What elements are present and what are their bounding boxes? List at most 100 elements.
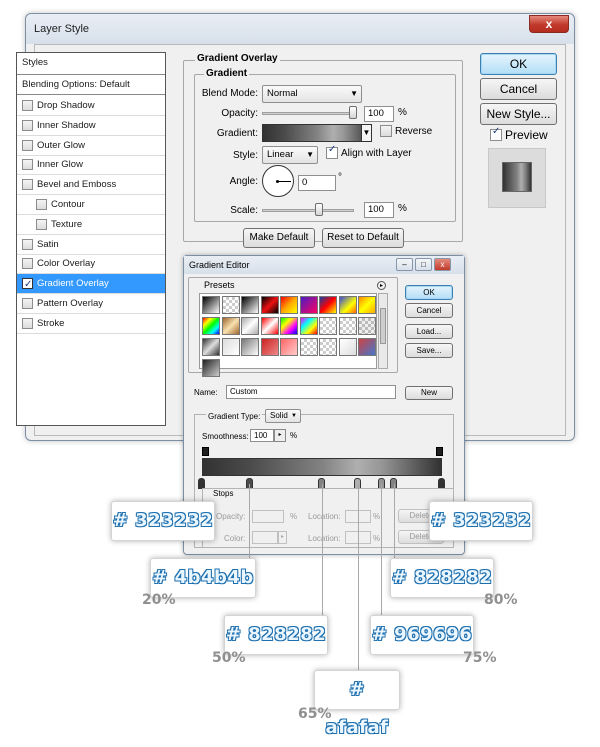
styles-header[interactable]: Styles — [17, 53, 165, 75]
preset-swatch[interactable] — [299, 338, 318, 356]
preset-swatch[interactable] — [202, 338, 220, 356]
scale-input[interactable]: 100 — [364, 202, 394, 218]
preset-swatch[interactable] — [202, 359, 220, 377]
style-checkbox[interactable] — [22, 179, 33, 191]
opacity-stop-right[interactable] — [436, 447, 443, 456]
presets-scrollbar[interactable] — [378, 293, 388, 369]
chevron-down-icon: ▼ — [350, 89, 358, 98]
preset-swatch[interactable] — [319, 317, 337, 335]
style-checkbox[interactable] — [22, 139, 33, 151]
color-menu-icon[interactable]: ▸ — [278, 531, 287, 544]
style-item-bevel-and-emboss[interactable]: Bevel and Emboss — [17, 175, 165, 196]
reset-to-default-button[interactable]: Reset to Default — [322, 228, 404, 248]
cancel-button[interactable]: Cancel — [405, 303, 453, 318]
style-checkbox[interactable] — [22, 119, 33, 131]
preset-swatch[interactable] — [221, 296, 240, 314]
angle-input[interactable]: 0 — [298, 175, 336, 191]
minimize-button[interactable]: – — [396, 258, 413, 271]
style-item-inner-glow[interactable]: Inner Glow — [17, 155, 165, 176]
preset-swatch[interactable] — [221, 338, 240, 356]
scrollbar-thumb[interactable] — [380, 308, 386, 344]
style-checkbox[interactable] — [22, 317, 33, 329]
style-item-drop-shadow[interactable]: Drop Shadow — [17, 96, 165, 116]
preset-swatch[interactable] — [319, 338, 337, 356]
preset-swatch[interactable] — [241, 296, 259, 314]
style-checkbox[interactable] — [22, 159, 33, 171]
cancel-button[interactable]: Cancel — [480, 78, 557, 100]
load-button[interactable]: Load... — [405, 324, 453, 339]
opacity-input[interactable]: 100 — [364, 106, 394, 122]
gradient-bar[interactable] — [202, 458, 442, 476]
preset-swatch[interactable] — [358, 317, 376, 335]
name-input[interactable]: Custom — [226, 385, 396, 399]
opacity-slider-track[interactable] — [262, 112, 354, 115]
opacity-stop-left[interactable] — [202, 447, 209, 456]
percent-sign: % — [290, 431, 298, 440]
preset-swatch[interactable] — [241, 317, 259, 335]
preset-swatch[interactable] — [319, 296, 337, 314]
ok-button[interactable]: OK — [405, 285, 453, 300]
blending-options[interactable]: Blending Options: Default — [17, 75, 165, 95]
ok-button[interactable]: OK — [480, 53, 557, 75]
maximize-button[interactable]: □ — [415, 258, 432, 271]
style-dropdown[interactable]: Linear ▼ — [262, 146, 318, 164]
preview-checkbox[interactable]: ✓ — [490, 126, 502, 141]
presets-menu-icon[interactable]: ▸ — [377, 281, 386, 290]
style-item-satin[interactable]: Satin — [17, 235, 165, 255]
style-item-outer-glow[interactable]: Outer Glow — [17, 136, 165, 156]
blend-mode-dropdown[interactable]: Normal ▼ — [262, 85, 362, 103]
style-item-contour[interactable]: Contour — [17, 195, 165, 215]
align-checkbox[interactable]: ✓ — [326, 144, 338, 159]
preset-swatch[interactable] — [338, 338, 357, 356]
new-style-button[interactable]: New Style... — [480, 103, 557, 125]
style-item-texture[interactable]: Texture — [17, 215, 165, 235]
preset-swatch[interactable] — [280, 317, 298, 335]
preset-swatch[interactable] — [202, 296, 220, 314]
style-checkbox[interactable] — [36, 218, 47, 230]
preset-swatch[interactable] — [202, 317, 220, 335]
save-button[interactable]: Save... — [405, 343, 453, 358]
style-checkbox[interactable] — [22, 258, 33, 270]
preset-swatch[interactable] — [260, 296, 279, 314]
preset-swatch[interactable] — [280, 338, 298, 356]
style-checkbox[interactable] — [22, 298, 33, 309]
preset-swatch[interactable] — [358, 338, 376, 356]
angle-needle — [277, 181, 291, 182]
checkmark-icon: ✓ — [24, 279, 33, 291]
preset-swatch[interactable] — [241, 338, 259, 356]
make-default-button[interactable]: Make Default — [243, 228, 315, 248]
preset-swatch[interactable] — [221, 317, 240, 335]
close-button[interactable]: x — [529, 15, 569, 33]
new-button[interactable]: New — [405, 386, 453, 400]
preset-swatch[interactable] — [338, 317, 357, 335]
style-checkbox[interactable] — [22, 238, 33, 250]
angle-dial[interactable] — [262, 165, 294, 197]
style-checkbox[interactable]: ✓ — [22, 278, 33, 290]
preset-swatch[interactable] — [260, 317, 279, 335]
scale-slider-track[interactable] — [262, 209, 354, 212]
style-item-stroke[interactable]: Stroke — [17, 314, 165, 334]
opacity-slider-thumb[interactable] — [349, 106, 357, 119]
style-item-inner-shadow[interactable]: Inner Shadow — [17, 116, 165, 136]
chevron-down-icon[interactable]: ▼ — [361, 124, 372, 142]
gradient-type-dropdown[interactable]: Solid ▼ — [265, 409, 301, 423]
style-checkbox[interactable] — [22, 100, 33, 111]
preset-swatch[interactable] — [260, 338, 279, 356]
preset-swatch[interactable] — [338, 296, 357, 314]
smoothness-input[interactable]: 100 — [250, 429, 274, 442]
preset-swatch[interactable] — [299, 317, 318, 335]
scale-slider-thumb[interactable] — [315, 203, 323, 216]
close-button[interactable]: x — [434, 258, 451, 271]
stop-color-swatch[interactable] — [252, 531, 278, 544]
smoothness-stepper[interactable]: ▸ — [274, 429, 286, 442]
style-checkbox[interactable] — [36, 199, 47, 210]
preset-swatch[interactable] — [358, 296, 376, 314]
reverse-checkbox[interactable] — [380, 125, 392, 137]
preset-swatch[interactable] — [299, 296, 318, 314]
style-item-pattern-overlay[interactable]: Pattern Overlay — [17, 294, 165, 314]
stop-opacity-input[interactable] — [252, 510, 284, 523]
style-item-color-overlay[interactable]: Color Overlay — [17, 254, 165, 275]
preset-swatch[interactable] — [280, 296, 298, 314]
style-item-gradient-overlay[interactable]: ✓ Gradient Overlay — [17, 274, 165, 295]
gradient-picker[interactable] — [262, 124, 372, 142]
